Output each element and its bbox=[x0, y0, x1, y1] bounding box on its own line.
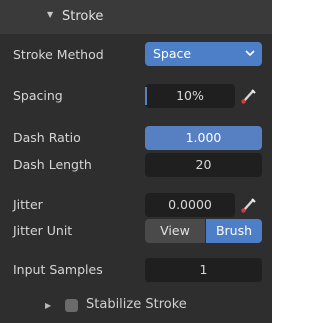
jitter-pressure-button[interactable] bbox=[238, 194, 260, 216]
dash-length-field[interactable]: 20 bbox=[145, 153, 262, 177]
jitter-unit-view-label: View bbox=[160, 223, 190, 238]
input-samples-field[interactable]: 1 bbox=[145, 258, 262, 282]
dash-ratio-slider[interactable]: 1.000 bbox=[145, 126, 262, 150]
jitter-field[interactable]: 0.0000 bbox=[145, 193, 235, 217]
jitter-unit-brush-label: Brush bbox=[215, 223, 253, 238]
panel-header[interactable]: ▼ Stroke bbox=[0, 0, 272, 34]
pen-pressure-icon bbox=[241, 89, 256, 104]
stroke-method-value: Space bbox=[153, 46, 192, 61]
jitter-value: 0.0000 bbox=[168, 197, 212, 212]
jitter-label: Jitter bbox=[13, 197, 43, 212]
stroke-panel: ▼ Stroke Stroke Method Space Spacing 10%… bbox=[0, 0, 272, 323]
triangle-right-icon[interactable]: ▶ bbox=[45, 301, 51, 310]
stroke-method-label: Stroke Method bbox=[13, 47, 104, 62]
chevron-down-icon bbox=[245, 50, 255, 57]
stabilize-stroke-checkbox[interactable] bbox=[65, 299, 78, 312]
spacing-label: Spacing bbox=[13, 88, 63, 103]
pen-pressure-icon bbox=[241, 198, 256, 213]
jitter-unit-view-button[interactable]: View bbox=[145, 219, 205, 243]
input-samples-label: Input Samples bbox=[13, 262, 103, 277]
triangle-down-icon[interactable]: ▼ bbox=[47, 10, 53, 19]
input-samples-value: 1 bbox=[199, 262, 208, 277]
dash-length-label: Dash Length bbox=[13, 157, 92, 172]
dash-ratio-value: 1.000 bbox=[185, 130, 222, 145]
spacing-value: 10% bbox=[176, 88, 204, 103]
dash-ratio-label: Dash Ratio bbox=[13, 130, 81, 145]
spacing-pressure-button[interactable] bbox=[238, 85, 260, 107]
stroke-method-dropdown[interactable]: Space bbox=[145, 42, 262, 66]
spacing-slider-fill bbox=[145, 87, 147, 105]
dash-length-value: 20 bbox=[195, 157, 212, 172]
jitter-unit-brush-button[interactable]: Brush bbox=[206, 219, 262, 243]
stabilize-stroke-label: Stabilize Stroke bbox=[86, 297, 187, 312]
jitter-unit-label: Jitter Unit bbox=[13, 223, 73, 238]
spacing-field[interactable]: 10% bbox=[145, 84, 235, 108]
panel-title: Stroke bbox=[62, 9, 104, 24]
